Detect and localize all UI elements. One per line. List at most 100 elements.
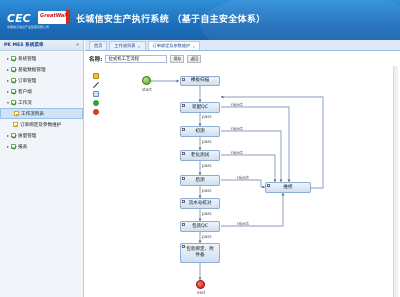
flow-edges xyxy=(151,79,324,281)
edge-label-reject: reject xyxy=(237,221,249,226)
end-label: end xyxy=(197,290,205,295)
save-button[interactable]: 保存 xyxy=(170,54,185,63)
check-icon xyxy=(11,78,16,83)
edge-smt-reject xyxy=(221,106,291,183)
flow-node-label: 流水号校对 xyxy=(188,200,212,206)
menu-tree: ▸ 系统管理 ▸ 基础数据管理 ▸ 订单管理 ▸ 客户端 ▾ 工作流 工作流列表 订单绑定… xyxy=(0,51,83,152)
check-icon xyxy=(11,89,16,94)
sidebar-item-orders[interactable]: ▸ 订单管理 xyxy=(0,75,83,86)
document-icon xyxy=(14,111,19,116)
close-icon[interactable]: × xyxy=(192,44,195,49)
check-icon xyxy=(11,100,16,105)
cec-logo-text: CEC xyxy=(7,11,31,25)
sidebar-title: PK MES 系统菜单 xyxy=(4,43,44,48)
flow-node-label: 包装QC xyxy=(191,223,208,229)
edge-label-reject: reject xyxy=(231,126,243,131)
sidebar-item-system[interactable]: ▸ 系统管理 xyxy=(0,53,83,64)
flow-name-bar: 名称: 拉式机工艺流程 保存 返回 xyxy=(85,52,400,65)
sidebar-item-label: 工作流列表 xyxy=(21,111,44,117)
flow-node-label: 初测 xyxy=(195,128,205,134)
cec-logo: CEC xyxy=(7,11,31,25)
app-header: CEC 中国电子信息产业集团有限公司 GreatWall 长城信安生产执行系统 … xyxy=(0,0,400,40)
flow-node-scan[interactable]: 裸板扫描 xyxy=(180,76,220,86)
task-icon xyxy=(182,223,186,227)
flow-node-smt[interactable]: 装配QC xyxy=(180,102,220,113)
close-icon[interactable]: × xyxy=(137,44,140,49)
tab-label: 首页 xyxy=(94,43,103,48)
tab-strip: 首页 工作流列表 × 订单绑定及参数维护 × xyxy=(85,40,400,51)
flow-node-label: 包装绑定、附件备 xyxy=(186,247,214,258)
greatwall-logo: GreatWall xyxy=(38,11,68,24)
task-icon xyxy=(182,152,186,156)
check-icon xyxy=(11,67,16,72)
tab-order-binding[interactable]: 订单绑定及参数维护 × xyxy=(147,41,201,50)
task-icon xyxy=(182,78,186,82)
sidebar-item-label: 报表 xyxy=(18,144,28,150)
edge-label-pass: pass xyxy=(202,234,212,239)
edge-label-reject: reject xyxy=(231,102,243,107)
sidebar-item-label: 质量管理 xyxy=(18,133,37,139)
main-panel: 首页 工作流列表× 订单绑定及参数维护× 名称: 拉式机工艺流程 保存 返回 xyxy=(85,40,400,297)
end-node[interactable] xyxy=(196,280,205,289)
flow-node-repair[interactable]: 维修 xyxy=(265,182,311,193)
task-icon xyxy=(182,245,186,249)
sidebar-item-workflow[interactable]: ▾ 工作流 xyxy=(0,97,83,108)
sidebar-item-label: 客户端 xyxy=(18,89,32,95)
end-node-icon[interactable] xyxy=(93,109,99,115)
sidebar-item-label: 订单管理 xyxy=(18,78,37,84)
tab-workflow-list[interactable]: 工作流列表 × xyxy=(109,41,146,50)
edge-final-reject xyxy=(221,179,266,189)
sidebar-item-client[interactable]: ▸ 客户端 xyxy=(0,86,83,97)
collapse-icon[interactable]: « xyxy=(76,42,79,48)
tab-label: 订单绑定及参数维护 xyxy=(152,43,191,48)
flow-node-consistency[interactable]: 流水号校对 xyxy=(180,198,220,209)
check-icon xyxy=(11,133,16,138)
app-title: 长城信安生产执行系统 （基于自主安全体系） xyxy=(76,15,266,25)
canvas-scrollbar[interactable] xyxy=(393,66,398,297)
document-icon xyxy=(13,122,18,127)
select-pointer-icon[interactable] xyxy=(93,73,99,79)
start-node[interactable] xyxy=(142,76,151,85)
edge-label-reject: reject xyxy=(231,150,243,155)
transition-line-icon[interactable] xyxy=(93,82,99,88)
sidebar-item-workflow-list[interactable]: 工作流列表 xyxy=(0,108,83,119)
edge-label-pass: pass xyxy=(202,114,212,119)
sidebar-item-quality[interactable]: ▸ 质量管理 xyxy=(0,130,83,141)
task-icon xyxy=(182,177,186,181)
sidebar-item-order-binding[interactable]: 订单绑定及参数维护 xyxy=(0,119,83,130)
task-icon xyxy=(182,104,186,108)
task-icon xyxy=(267,184,271,188)
flow-node-label: 裸板扫描 xyxy=(190,78,210,84)
tab-label: 工作流列表 xyxy=(114,43,136,48)
flag-icon xyxy=(66,10,70,24)
name-label: 名称: xyxy=(89,56,103,63)
flow-node-label: 老化测试 xyxy=(190,152,210,158)
flow-node-burnin[interactable]: 初测 xyxy=(180,126,220,137)
check-icon xyxy=(11,144,16,149)
back-button[interactable]: 返回 xyxy=(187,54,202,63)
sidebar-item-basedata[interactable]: ▸ 基础数据管理 xyxy=(0,64,83,75)
sidebar-item-reports[interactable]: ▸ 报表 xyxy=(0,141,83,152)
flow-node-aging[interactable]: 老化测试 xyxy=(180,150,220,161)
start-label: start xyxy=(142,87,152,92)
sidebar-header: PK MES 系统菜单 « xyxy=(0,40,83,51)
edge-burnin-reject xyxy=(221,130,283,183)
task-icon xyxy=(182,128,186,132)
flow-name-input[interactable]: 拉式机工艺流程 xyxy=(105,54,168,63)
edge-packqc-reject xyxy=(221,192,285,227)
task-node-icon[interactable] xyxy=(93,91,99,97)
flow-node-final[interactable]: 后测 xyxy=(180,175,220,186)
edge-label-pass: pass xyxy=(202,139,212,144)
tab-home[interactable]: 首页 xyxy=(89,41,108,50)
flow-node-label: 维修 xyxy=(283,184,293,190)
sidebar-item-label: 基础数据管理 xyxy=(18,67,46,73)
sidebar: PK MES 系统菜单 « ▸ 系统管理 ▸ 基础数据管理 ▸ 订单管理 ▸ 客户端 ▾… xyxy=(0,40,84,297)
sidebar-item-label: 订单绑定及参数维护 xyxy=(20,122,62,128)
flow-canvas[interactable]: start 裸板扫描 装配QC 初测 老化测试 后测 流水号校对 包装QC 包装… xyxy=(103,66,391,297)
flow-node-bind[interactable]: 包装绑定、附件备 xyxy=(180,243,220,263)
task-icon xyxy=(182,200,186,204)
edge-label-pass: pass xyxy=(202,188,212,193)
start-node-icon[interactable] xyxy=(93,100,99,106)
flow-node-packqc[interactable]: 包装QC xyxy=(180,221,220,232)
edge-label-pass: pass xyxy=(202,163,212,168)
